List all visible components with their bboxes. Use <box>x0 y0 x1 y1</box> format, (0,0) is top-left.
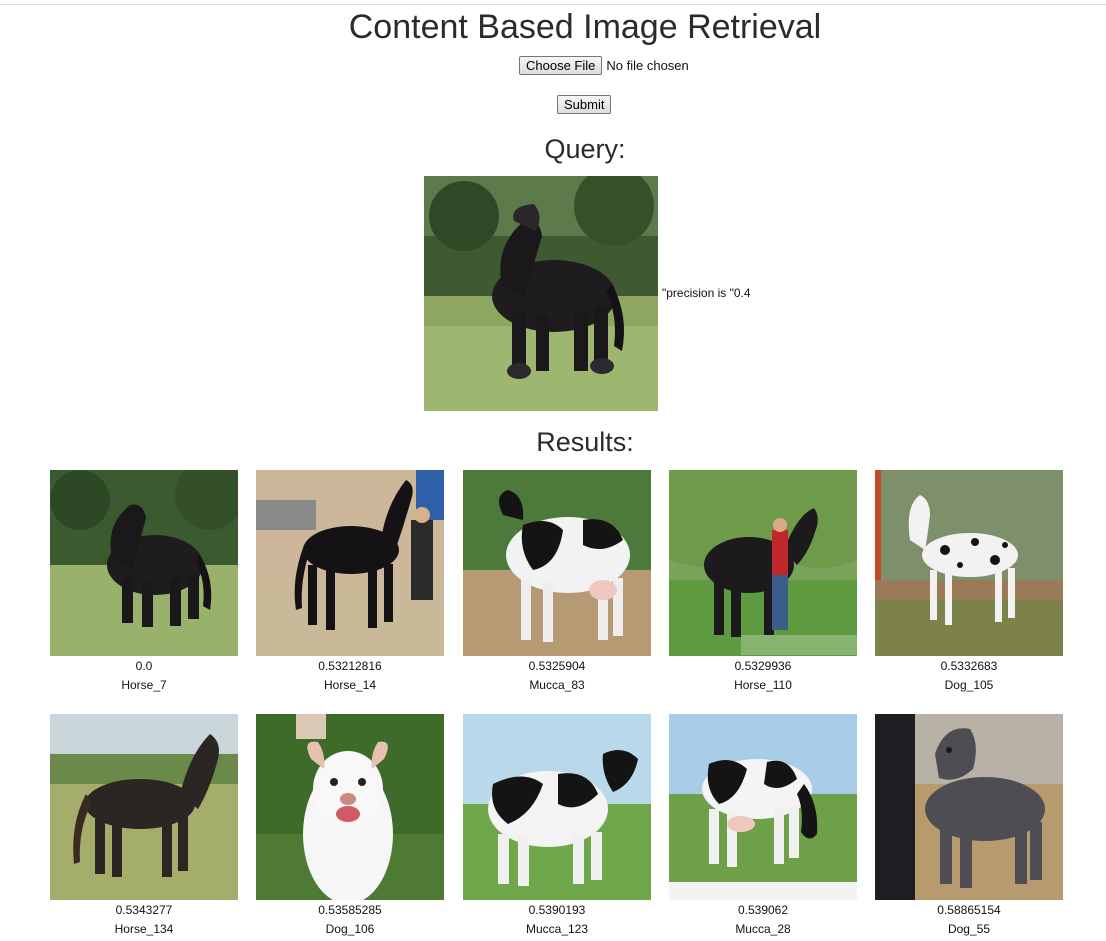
file-status-text: No file chosen <box>606 58 689 73</box>
submit-button[interactable]: Submit <box>557 95 612 114</box>
result-thumbnail[interactable] <box>50 714 238 900</box>
choose-file-button[interactable]: Choose File <box>519 56 603 75</box>
result-card[interactable]: 0.0 Horse_7 <box>50 470 238 692</box>
result-card[interactable]: 0.58865154 Dog_55 <box>875 714 1063 936</box>
result-label: Mucca_123 <box>525 922 589 936</box>
precision-text: "precision is "0.4 <box>662 286 751 300</box>
query-image <box>424 176 658 411</box>
file-upload-row: Choose File No file chosen <box>519 56 689 75</box>
result-label: Dog_55 <box>947 922 991 936</box>
result-card[interactable]: 0.5390193 Mucca_123 <box>463 714 651 936</box>
result-thumbnail[interactable] <box>463 714 651 900</box>
result-score: 0.58865154 <box>937 903 1001 917</box>
result-score: 0.5325904 <box>528 659 586 673</box>
result-card[interactable]: 0.53585285 Dog_106 <box>256 714 444 936</box>
result-label: Horse_7 <box>121 678 167 692</box>
result-thumbnail[interactable] <box>256 714 444 900</box>
result-label: Horse_110 <box>734 678 792 692</box>
result-card[interactable]: 0.5343277 Horse_134 <box>50 714 238 936</box>
result-thumbnail[interactable] <box>875 714 1063 900</box>
result-score: 0.5390193 <box>528 903 586 917</box>
result-label: Horse_14 <box>323 678 377 692</box>
result-label: Dog_105 <box>944 678 994 692</box>
result-score: 0.53585285 <box>318 903 382 917</box>
results-heading: Results: <box>536 427 634 457</box>
result-card[interactable]: 0.539062 Mucca_28 <box>669 714 857 936</box>
result-label: Mucca_28 <box>735 922 791 936</box>
query-heading: Query: <box>544 134 626 164</box>
result-card[interactable]: 0.5329936 Horse_110 <box>669 470 857 692</box>
result-label: Mucca_83 <box>529 678 585 692</box>
result-score: 0.53212816 <box>318 659 382 673</box>
result-score: 0.5332683 <box>940 659 998 673</box>
result-score: 0.539062 <box>737 903 789 917</box>
result-thumbnail[interactable] <box>875 470 1063 656</box>
result-card[interactable]: 0.53212816 Horse_14 <box>256 470 444 692</box>
result-card[interactable]: 0.5332683 Dog_105 <box>875 470 1063 692</box>
result-thumbnail[interactable] <box>463 470 651 656</box>
result-label: Horse_134 <box>114 922 174 936</box>
top-divider <box>0 4 1106 5</box>
result-score: 0.5329936 <box>734 659 792 673</box>
result-thumbnail[interactable] <box>256 470 444 656</box>
result-thumbnail[interactable] <box>669 714 857 900</box>
result-card[interactable]: 0.5325904 Mucca_83 <box>463 470 651 692</box>
result-score: 0.5343277 <box>115 903 173 917</box>
result-thumbnail[interactable] <box>50 470 238 656</box>
result-thumbnail[interactable] <box>669 470 857 656</box>
result-score: 0.0 <box>135 659 153 673</box>
page-title: Content Based Image Retrieval <box>348 8 822 46</box>
result-label: Dog_106 <box>325 922 375 936</box>
